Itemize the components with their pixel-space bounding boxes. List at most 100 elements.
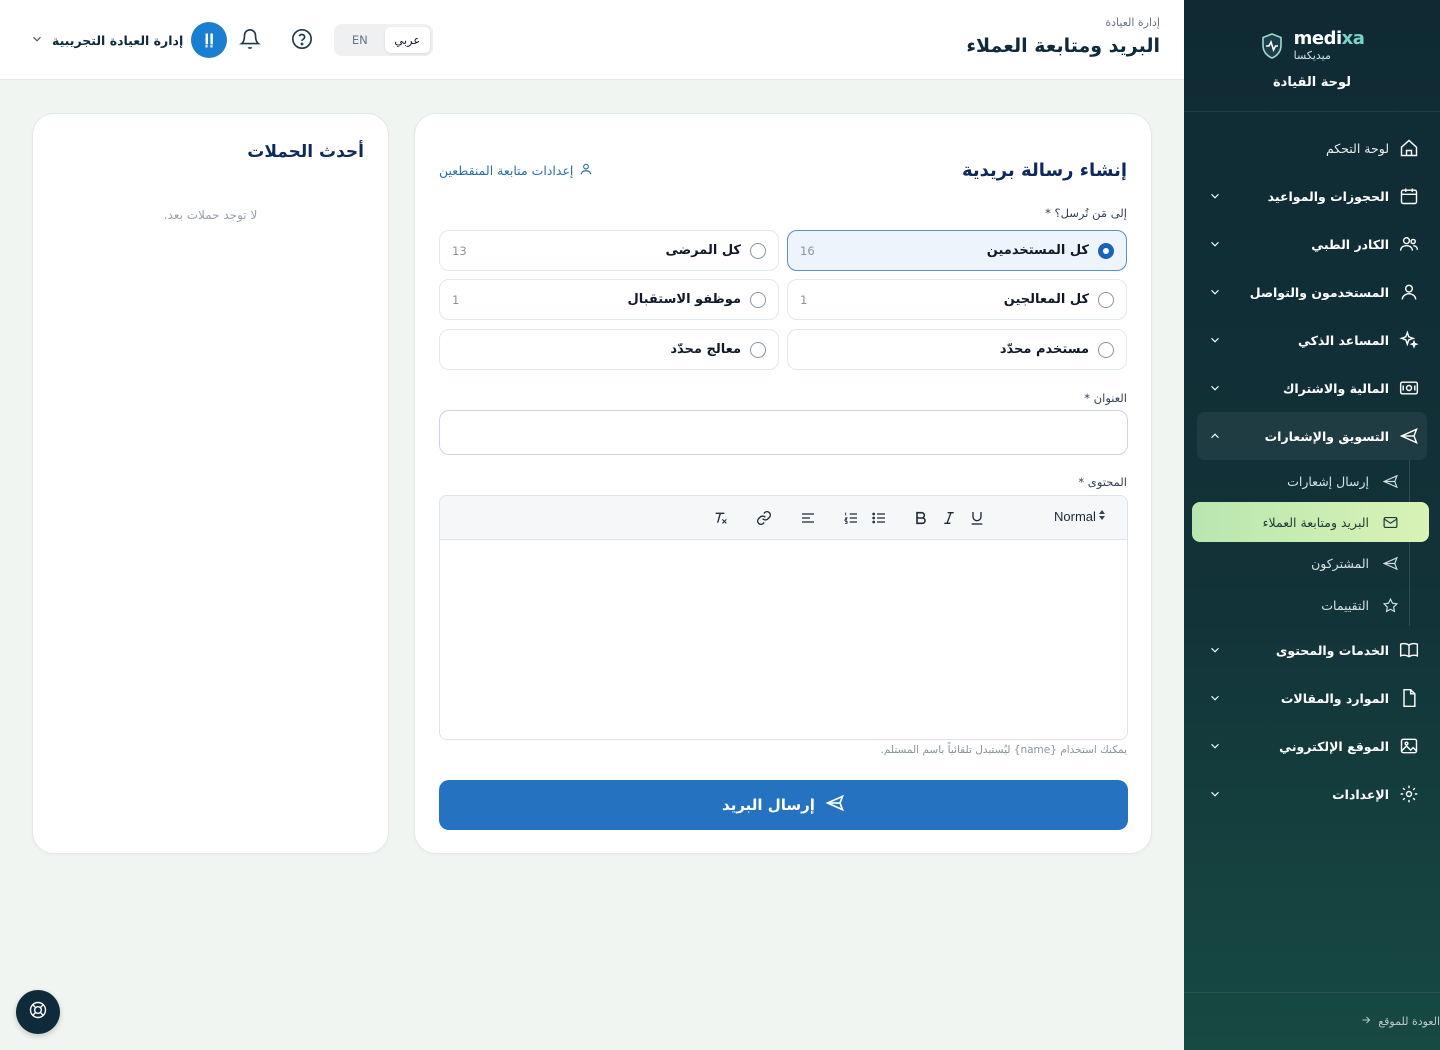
recipient-option-receptionists[interactable]: موظفو الاستقبال 1 xyxy=(439,279,779,320)
support-fab-button[interactable] xyxy=(16,990,60,1034)
chevron-down-icon xyxy=(1205,688,1225,708)
sidebar: medixa ميديكسا لوحة القيادة لوحة التحكم … xyxy=(1184,0,1440,1050)
send-email-label: إرسال البريد xyxy=(722,796,815,814)
editor-body[interactable] xyxy=(440,540,1127,739)
file-icon xyxy=(1399,688,1419,708)
recipient-count: 1 xyxy=(452,292,460,307)
sparkles-icon xyxy=(1399,330,1419,350)
sidebar-item-marketing[interactable]: التسويق والإشعارات xyxy=(1197,412,1427,460)
radio-button xyxy=(1098,341,1114,358)
sidebar-item-users[interactable]: المستخدمون والتواصل xyxy=(1197,268,1427,316)
campaigns-title: أحدث الحملات xyxy=(247,142,364,162)
recipient-option-specific-user[interactable]: مستخدم محدّد xyxy=(787,329,1127,370)
unsubscribe-settings-label: إعدادات متابعة المنقطعين xyxy=(439,163,574,178)
recipient-option-specific-therapist[interactable]: معالج محدّد xyxy=(439,329,779,370)
radio-button xyxy=(1098,242,1114,259)
sidebar-subitem-reviews[interactable]: التقييمات xyxy=(1196,584,1409,626)
send-icon xyxy=(1399,426,1419,446)
shield-pulse-icon xyxy=(1260,32,1284,60)
dashboard-subtitle: لوحة القيادة xyxy=(1272,75,1352,90)
sidebar-subitem-email-followup[interactable]: البريد ومتابعة العملاء xyxy=(1192,502,1429,542)
subject-input[interactable] xyxy=(439,410,1128,455)
arrow-right-icon xyxy=(1360,1014,1372,1029)
sidebar-subitem-send-notifications[interactable]: إرسال إشعارات xyxy=(1196,460,1409,502)
image-icon xyxy=(1399,736,1419,756)
gear-icon xyxy=(1399,784,1419,804)
chevron-down-icon xyxy=(30,31,44,50)
sidebar-nav: لوحة التحكم الحجوزات والمواعيد الكادر ال… xyxy=(1184,111,1440,818)
language-toggle: EN عربي xyxy=(334,24,433,56)
sidebar-item-ai-assistant[interactable]: المساعد الذكي xyxy=(1197,316,1427,364)
brand: medixa ميديكسا لوحة القيادة xyxy=(1184,0,1440,111)
bell-icon[interactable] xyxy=(238,27,262,51)
lifebuoy-icon xyxy=(28,1000,48,1024)
align-icon[interactable] xyxy=(797,507,819,529)
chevron-down-icon xyxy=(1205,330,1225,350)
user-icon xyxy=(579,162,593,179)
money-icon xyxy=(1399,378,1419,398)
chevron-down-icon xyxy=(1205,282,1225,302)
bold-icon[interactable] xyxy=(910,507,932,529)
content-label: المحتوى * xyxy=(1078,475,1127,489)
compose-card: إنشاء رسالة بريدية إعدادات متابعة المنقط… xyxy=(414,113,1152,854)
send-icon xyxy=(1381,472,1399,490)
user-menu[interactable]: إدارة العيادة التجريبية إإ xyxy=(30,22,228,58)
star-icon xyxy=(1381,596,1399,614)
sidebar-item-finance[interactable]: المالية والاشتراك xyxy=(1197,364,1427,412)
numbered-list-icon[interactable] xyxy=(840,507,862,529)
sidebar-item-services[interactable]: الخدمات والمحتوى xyxy=(1197,626,1427,674)
sidebar-item-resources[interactable]: الموارد والمقالات xyxy=(1197,674,1427,722)
unsubscribe-settings-link[interactable]: إعدادات متابعة المنقطعين xyxy=(439,162,593,179)
avatar: إإ xyxy=(191,22,228,58)
recipient-option-all-therapists[interactable]: كل المعالجين 1 xyxy=(787,279,1127,320)
chevron-down-icon xyxy=(1205,186,1225,206)
campaigns-card: أحدث الحملات لا توجد حملات بعد. xyxy=(32,113,389,854)
sidebar-item-bookings[interactable]: الحجوزات والمواعيد xyxy=(1197,172,1427,220)
sidebar-item-website[interactable]: الموقع الإلكتروني xyxy=(1197,722,1427,770)
book-icon xyxy=(1399,640,1419,660)
recipient-count: 16 xyxy=(800,243,815,258)
send-icon xyxy=(1381,554,1399,572)
logo[interactable]: medixa ميديكسا xyxy=(1260,30,1365,61)
format-select[interactable]: Normal xyxy=(1054,509,1106,524)
recipients-label: إلى مَن تُرسل؟ * xyxy=(1045,206,1127,220)
calendar-icon xyxy=(1399,186,1419,206)
mail-icon xyxy=(1381,513,1399,531)
clear-format-icon[interactable] xyxy=(710,507,732,529)
subject-label: العنوان * xyxy=(1084,391,1127,405)
chevron-down-icon xyxy=(1205,378,1225,398)
send-email-button[interactable]: إرسال البريد xyxy=(439,780,1128,830)
sidebar-item-settings[interactable]: الإعدادات xyxy=(1197,770,1427,818)
user-icon xyxy=(1399,282,1419,302)
radio-button xyxy=(750,291,766,308)
help-icon[interactable] xyxy=(290,27,314,51)
recipient-count: 13 xyxy=(452,243,467,258)
page-title: البريد ومتابعة العملاء xyxy=(966,35,1160,57)
recipient-option-all-patients[interactable]: كل المرضى 13 xyxy=(439,230,779,271)
back-to-site-link[interactable]: العودة للموقع xyxy=(1360,1014,1440,1029)
sidebar-footer: العودة للموقع xyxy=(1184,992,1440,1050)
brand-text: medixa ميديكسا xyxy=(1293,28,1365,62)
underline-icon[interactable] xyxy=(966,507,988,529)
sidebar-item-medical-staff[interactable]: الكادر الطبي xyxy=(1197,220,1427,268)
lang-ar-button[interactable]: عربي xyxy=(384,27,430,53)
chevron-down-icon xyxy=(1205,234,1225,254)
chevron-up-icon xyxy=(1205,426,1225,446)
link-icon[interactable] xyxy=(753,507,775,529)
user-name: إدارة العيادة التجريبية xyxy=(52,32,184,48)
sidebar-item-dashboard[interactable]: لوحة التحكم xyxy=(1197,124,1427,172)
users-icon xyxy=(1399,234,1419,254)
editor-toolbar: Normal xyxy=(440,496,1127,540)
bullet-list-icon[interactable] xyxy=(868,507,890,529)
recipient-option-all-users[interactable]: كل المستخدمين 16 xyxy=(787,230,1127,271)
sidebar-subitem-subscribers[interactable]: المشتركون xyxy=(1196,542,1409,584)
chevron-updown-icon xyxy=(1098,509,1106,524)
italic-icon[interactable] xyxy=(938,507,960,529)
radio-button xyxy=(750,242,766,259)
send-icon xyxy=(825,793,845,817)
compose-title: إنشاء رسالة بريدية xyxy=(961,160,1127,181)
breadcrumb: إدارة العيادة xyxy=(1105,16,1160,29)
radio-button xyxy=(750,341,766,358)
lang-en-button[interactable]: EN xyxy=(337,27,383,53)
chevron-down-icon xyxy=(1205,640,1225,660)
